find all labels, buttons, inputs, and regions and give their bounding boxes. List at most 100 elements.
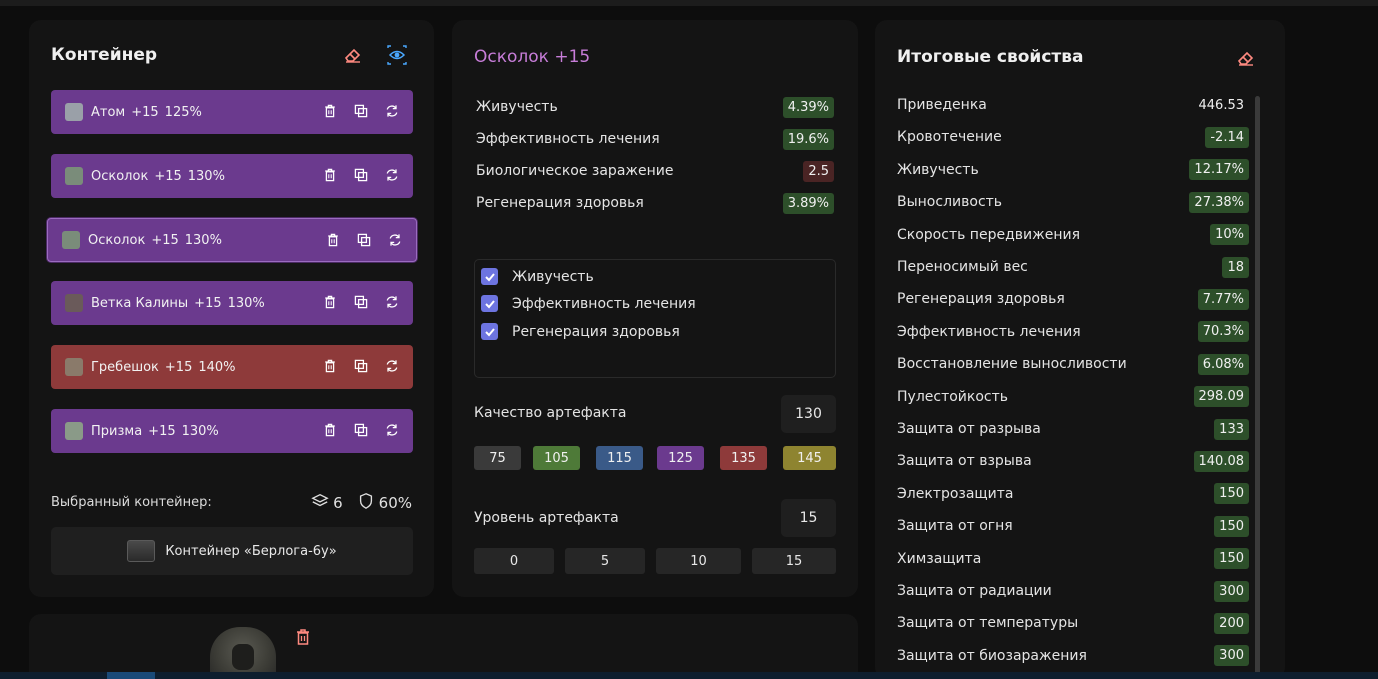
trash-icon[interactable]: [321, 421, 339, 439]
artifact-thumbnail: [65, 358, 83, 376]
eraser-icon[interactable]: [342, 44, 364, 66]
level-option-button[interactable]: 10: [656, 548, 741, 574]
protection-value: 60%: [378, 494, 412, 512]
trash-icon[interactable]: [292, 626, 314, 648]
copy-icon[interactable]: [352, 357, 370, 375]
property-value: 300: [1214, 580, 1249, 602]
property-value: 150: [1214, 515, 1249, 537]
level-value[interactable]: 15: [781, 499, 836, 537]
checkbox[interactable]: [481, 295, 498, 312]
layers-icon: [311, 492, 329, 514]
copy-icon[interactable]: [352, 421, 370, 439]
total-property-row: Выносливость 27.38%: [897, 189, 1249, 215]
quality-option-button[interactable]: 135: [720, 446, 767, 470]
top-bar: [0, 0, 1378, 6]
copy-icon[interactable]: [352, 102, 370, 120]
total-property-row: Живучесть 12.17%: [897, 157, 1249, 183]
loadout-panel: [29, 614, 858, 679]
quality-option-button[interactable]: 105: [533, 446, 580, 470]
total-property-row: Кровотечение -2.14: [897, 124, 1249, 150]
copy-icon[interactable]: [352, 293, 370, 311]
property-value: 12.17%: [1189, 159, 1249, 181]
artifact-level: +15: [154, 168, 182, 184]
total-property-row: Пулестойкость 298.09: [897, 384, 1249, 410]
total-property-row: Регенерация здоровья 7.77%: [897, 286, 1249, 312]
property-value: 4.39%: [782, 96, 834, 118]
trash-icon[interactable]: [321, 357, 339, 375]
quality-option-button[interactable]: 75: [474, 446, 521, 470]
refresh-icon[interactable]: [383, 293, 401, 311]
artefact-property-row: Биологическое заражение 2.5: [476, 159, 834, 183]
property-value: 300: [1214, 645, 1249, 667]
total-property-row: Химзащита 150: [897, 546, 1249, 572]
filter-label: Регенерация здоровья: [512, 323, 680, 340]
container-name: Контейнер «Берлога-6у»: [165, 543, 337, 559]
character-mask: [232, 644, 254, 670]
artifact-row[interactable]: Призма +15 130%: [51, 409, 413, 453]
row-actions: [321, 293, 401, 311]
filter-checkbox-row[interactable]: Регенерация здоровья: [481, 323, 680, 340]
filter-checkbox-row[interactable]: Эффективность лечения: [481, 295, 696, 312]
quality-option-button[interactable]: 145: [783, 446, 836, 470]
artifact-row[interactable]: Гребешок +15 140%: [51, 345, 413, 389]
artifact-row[interactable]: Осколок +15 130%: [51, 154, 413, 198]
checkbox[interactable]: [481, 323, 498, 340]
artefact-property-row: Живучесть 4.39%: [476, 95, 834, 119]
refresh-icon[interactable]: [383, 166, 401, 184]
copy-icon[interactable]: [355, 231, 373, 249]
quality-option-button[interactable]: 125: [657, 446, 704, 470]
quality-option-button[interactable]: 115: [596, 446, 643, 470]
row-actions: [324, 231, 404, 249]
property-name: Защита от разрыва: [897, 421, 1041, 437]
artifact-level: +15: [131, 104, 159, 120]
trash-icon[interactable]: [321, 166, 339, 184]
artefact-panel: Осколок +15 Живучесть 4.39% Эффективность …: [452, 20, 858, 597]
property-name: Защита от огня: [897, 518, 1013, 535]
artifact-row[interactable]: Осколок +15 130%: [47, 218, 417, 262]
property-value: 200: [1214, 612, 1249, 634]
selected-container-button[interactable]: Контейнер «Берлога-6у»: [51, 527, 413, 575]
selected-container-label: Выбранный контейнер:: [51, 495, 212, 510]
property-name: Химзащита: [897, 550, 982, 567]
refresh-icon[interactable]: [383, 357, 401, 375]
artifact-thumbnail: [65, 103, 83, 121]
artifact-quality: 130%: [184, 232, 222, 248]
artifact-row[interactable]: Атом +15 125%: [51, 90, 413, 134]
artifact-row[interactable]: Ветка Калины +15 130%: [51, 281, 413, 325]
trash-icon[interactable]: [321, 102, 339, 120]
trash-icon[interactable]: [324, 231, 342, 249]
level-option-button[interactable]: 5: [565, 548, 645, 574]
eye-icon[interactable]: [386, 44, 408, 66]
copy-icon[interactable]: [352, 166, 370, 184]
filter-checkbox-row[interactable]: Живучесть: [481, 268, 594, 285]
property-value: 7.77%: [1197, 288, 1249, 310]
artifact-quality: 130%: [227, 295, 265, 311]
property-value: 6.08%: [1197, 353, 1249, 375]
level-option-button[interactable]: 15: [752, 548, 836, 574]
slots-count: 6: [333, 494, 343, 512]
container-panel: Контейнер Атом +15 125% Осколок +15 130% Оскол…: [29, 20, 434, 597]
property-name: Биологическое заражение: [476, 163, 674, 179]
status-strip: [0, 672, 1378, 679]
artifact-name: Ветка Калины: [91, 295, 189, 311]
quality-value[interactable]: 130: [781, 395, 836, 433]
total-property-row: Защита от радиации 300: [897, 578, 1249, 604]
eraser-icon[interactable]: [1235, 47, 1257, 69]
property-name: Живучесть: [897, 161, 979, 178]
refresh-icon[interactable]: [386, 231, 404, 249]
property-name: Защита от температуры: [897, 615, 1079, 632]
checkbox[interactable]: [481, 268, 498, 285]
level-option-button[interactable]: 0: [474, 548, 554, 574]
quality-label: Качество артефакта: [474, 405, 627, 421]
trash-icon[interactable]: [321, 293, 339, 311]
scrollbar-thumb[interactable]: [1255, 96, 1260, 679]
shield-icon: [357, 492, 375, 514]
property-name: Регенерация здоровья: [897, 291, 1065, 308]
artifact-name: Гребешок: [91, 359, 159, 375]
refresh-icon[interactable]: [383, 102, 401, 120]
refresh-icon[interactable]: [383, 421, 401, 439]
property-name: Эффективность лечения: [476, 131, 660, 147]
totals-title: Итоговые свойства: [897, 47, 1084, 67]
property-name: Восстановление выносливости: [897, 356, 1127, 373]
total-property-row: Приведенка 446.53: [897, 92, 1249, 118]
